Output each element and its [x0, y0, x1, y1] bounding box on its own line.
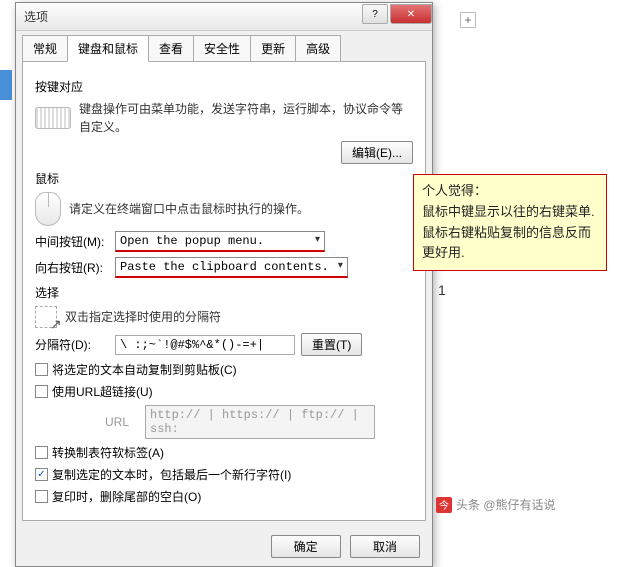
dialog-button-row: 确定 取消 — [16, 527, 432, 566]
url-label: 使用URL超链接(U) — [52, 383, 153, 400]
edit-keys-button[interactable]: 编辑(E)... — [341, 141, 413, 164]
selection-icon — [35, 306, 57, 328]
tab-keyboard-mouse[interactable]: 键盘和鼠标 — [67, 35, 149, 62]
tab-panel: 按键对应 键盘操作可由菜单功能，发送字符串，运行脚本，协议命令等自定义。 编辑(… — [22, 61, 426, 521]
delimiter-label: 分隔符(D): — [35, 336, 115, 353]
selection-heading: 选择 — [35, 284, 413, 301]
reset-delimiter-button[interactable]: 重置(T) — [301, 333, 362, 356]
trimws-label: 复印时，删除尾部的空白(O) — [52, 488, 201, 505]
footer-credit: 今 头条 @熊仔有话说 — [436, 496, 556, 513]
autocopy-label: 将选定的文本自动复制到剪贴板(C) — [52, 361, 237, 378]
help-button[interactable]: ? — [362, 4, 388, 24]
titlebar: 选项 ? ✕ — [16, 3, 432, 31]
softtab-checkbox[interactable] — [35, 446, 48, 459]
toutiao-logo-icon: 今 — [436, 497, 452, 513]
close-button[interactable]: ✕ — [390, 4, 432, 24]
tab-view[interactable]: 查看 — [148, 35, 194, 62]
middle-button-label: 中间按钮(M): — [35, 233, 115, 250]
url-checkbox[interactable] — [35, 385, 48, 398]
url-field-label: URL — [105, 415, 145, 429]
tab-update[interactable]: 更新 — [250, 35, 296, 62]
right-button-dropdown[interactable]: Paste the clipboard contents. — [115, 257, 348, 278]
trimws-checkbox[interactable] — [35, 490, 48, 503]
copynl-checkbox[interactable]: ✓ — [35, 468, 48, 481]
url-field: http:// | https:// | ftp:// | ssh: — [145, 405, 375, 439]
credit-text: 头条 @熊仔有话说 — [456, 496, 556, 513]
mouse-icon — [35, 192, 61, 226]
tab-security[interactable]: 安全性 — [193, 35, 251, 62]
tab-general[interactable]: 常规 — [22, 35, 68, 62]
autocopy-checkbox[interactable] — [35, 363, 48, 376]
right-button-label: 向右按钮(R): — [35, 259, 115, 276]
keys-description: 键盘操作可由菜单功能，发送字符串，运行脚本，协议命令等自定义。 — [79, 100, 413, 136]
delimiter-field[interactable]: \ :;~`!@#$%^&*()-=+| — [115, 335, 295, 355]
mouse-heading: 鼠标 — [35, 170, 413, 187]
options-dialog: 选项 ? ✕ 常规 键盘和鼠标 查看 安全性 更新 高级 按键对应 键盘操作可由… — [15, 2, 433, 567]
softtab-label: 转换制表符软标签(A) — [52, 444, 164, 461]
keys-heading: 按键对应 — [35, 78, 413, 95]
ok-button[interactable]: 确定 — [271, 535, 341, 558]
tab-advanced[interactable]: 高级 — [295, 35, 341, 62]
mouse-description: 请定义在终端窗口中点击鼠标时执行的操作。 — [69, 200, 309, 218]
background-number: 1 — [438, 282, 446, 298]
tab-strip: 常规 键盘和鼠标 查看 安全性 更新 高级 — [16, 31, 432, 62]
cancel-button[interactable]: 取消 — [350, 535, 420, 558]
dialog-title: 选项 — [24, 8, 362, 25]
keyboard-icon — [35, 107, 71, 129]
left-edge-strip — [0, 70, 12, 100]
copynl-label: 复制选定的文本时，包括最后一个新行字符(I) — [52, 466, 291, 483]
selection-description: 双击指定选择时使用的分隔符 — [65, 308, 221, 326]
toolbar-plus-icon[interactable]: + — [460, 12, 476, 28]
middle-button-dropdown[interactable]: Open the popup menu. — [115, 231, 325, 252]
annotation-note: 个人觉得： 鼠标中键显示以往的右键菜单. 鼠标右键粘贴复制的信息反而更好用. — [413, 174, 607, 271]
